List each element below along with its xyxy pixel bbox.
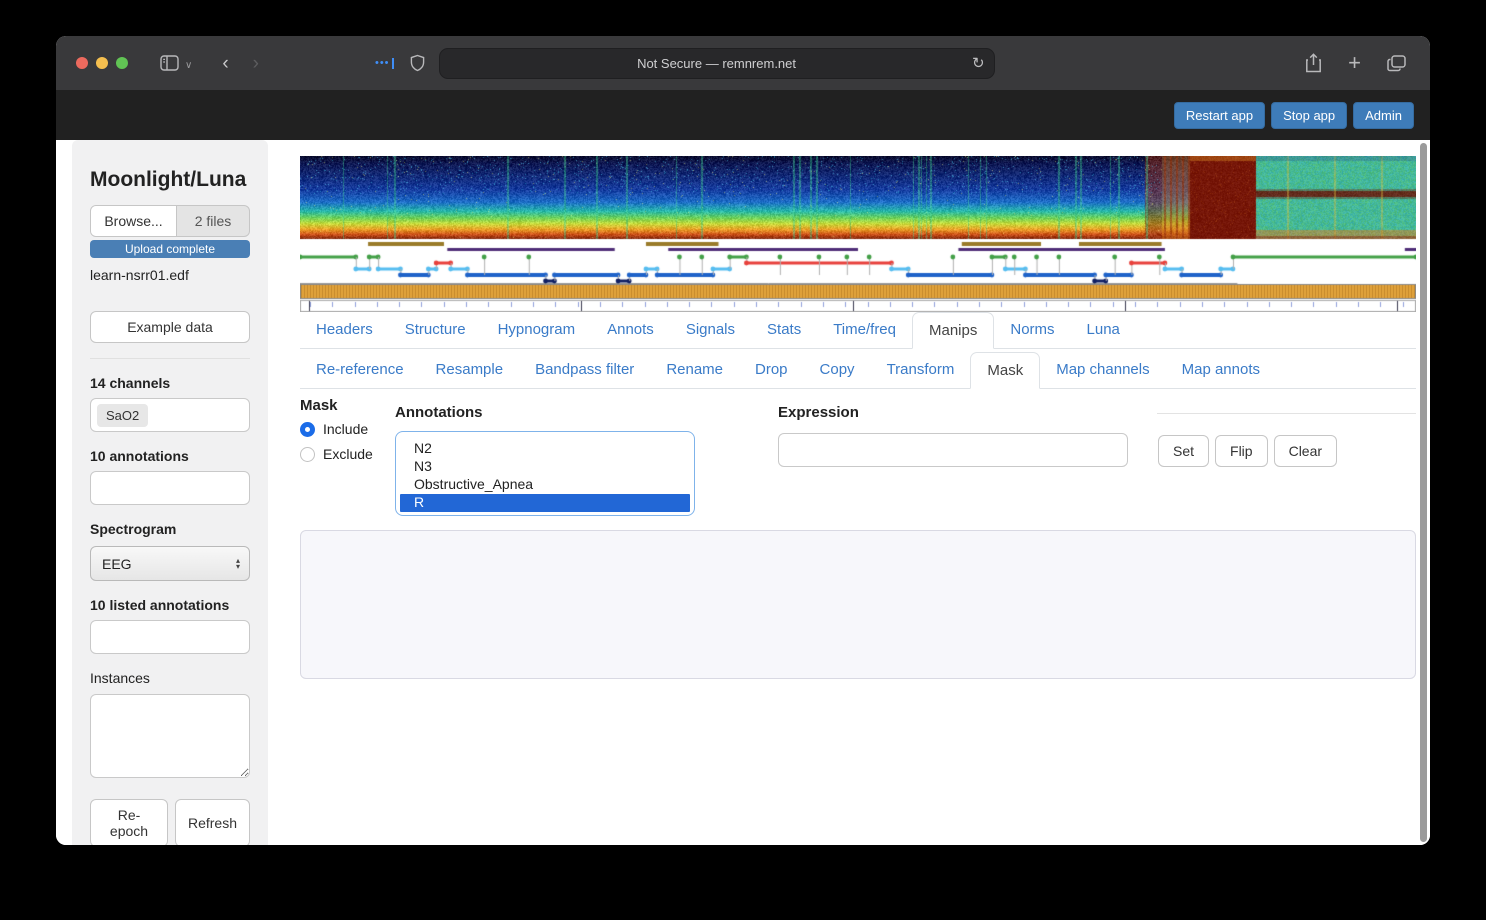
close-window-button[interactable]: [76, 57, 88, 69]
listed-annotations-input[interactable]: [90, 620, 250, 654]
page-content: Moonlight/Luna Browse... 2 files Upload …: [56, 140, 1430, 845]
share-icon[interactable]: [1305, 53, 1322, 73]
clear-button[interactable]: Clear: [1273, 435, 1338, 467]
listbox-option[interactable]: N2: [400, 440, 690, 458]
manips-subtabs: Re-reference Resample Bandpass filter Re…: [300, 352, 1416, 389]
minimize-window-button[interactable]: [96, 57, 108, 69]
desktop-background: ∨ ‹ › ••• Not Secure — remnrem.net ↻ + R…: [0, 0, 1486, 920]
include-radio-row[interactable]: Include: [300, 421, 368, 437]
reload-icon[interactable]: ↻: [972, 54, 985, 72]
spectrogram-label: Spectrogram: [90, 521, 177, 537]
chevron-down-icon[interactable]: ∨: [185, 60, 192, 71]
upload-progress-bar: Upload complete: [90, 240, 250, 258]
flip-button[interactable]: Flip: [1215, 435, 1268, 467]
subtab-re-reference[interactable]: Re-reference: [300, 352, 420, 388]
browser-chrome: ∨ ‹ › ••• Not Secure — remnrem.net ↻ +: [56, 36, 1430, 90]
listed-annotations-label: 10 listed annotations: [90, 597, 230, 613]
tab-headers[interactable]: Headers: [300, 312, 389, 348]
zoom-window-button[interactable]: [116, 57, 128, 69]
browse-button[interactable]: Browse...: [91, 206, 177, 236]
tab-structure[interactable]: Structure: [389, 312, 482, 348]
tab-stats[interactable]: Stats: [751, 312, 817, 348]
tab-manips[interactable]: Manips: [912, 312, 995, 349]
annotations-list-label: Annotations: [395, 404, 483, 421]
refresh-button[interactable]: Refresh: [174, 799, 250, 845]
channel-chip[interactable]: SaO2: [97, 403, 149, 427]
expression-input-field[interactable]: [779, 434, 1127, 466]
mask-section-label: Mask: [300, 397, 338, 414]
restart-app-button[interactable]: Restart app: [1173, 101, 1266, 129]
include-radio[interactable]: [300, 421, 315, 437]
subtab-bandpass-filter[interactable]: Bandpass filter: [519, 352, 650, 388]
channels-select-input[interactable]: SaO2: [90, 398, 250, 432]
include-radio-label: Include: [323, 421, 369, 437]
tab-overview-icon[interactable]: [1387, 54, 1406, 72]
main-content: Headers Structure Hypnogram Annots Signa…: [300, 140, 1416, 845]
app-navbar: Restart app Stop app Admin: [56, 90, 1430, 140]
re-epoch-button[interactable]: Re-epoch: [90, 799, 168, 845]
listbox-option[interactable]: Obstructive_Apnea: [400, 476, 690, 494]
instances-label: Instances: [90, 670, 150, 686]
new-tab-button[interactable]: +: [1348, 50, 1361, 76]
tab-timefreq[interactable]: Time/freq: [817, 312, 912, 348]
admin-button[interactable]: Admin: [1353, 101, 1414, 129]
shield-icon[interactable]: [410, 54, 425, 72]
annotations-listbox[interactable]: N2 N3 Obstructive_Apnea R: [395, 431, 695, 516]
vertical-scrollbar[interactable]: [1420, 143, 1427, 842]
tab-group-icon[interactable]: •••: [375, 57, 394, 69]
app-title: Moonlight/Luna: [90, 168, 247, 191]
set-button[interactable]: Set: [1158, 435, 1210, 467]
subtab-map-channels[interactable]: Map channels: [1040, 352, 1165, 388]
address-bar-text: Not Secure — remnrem.net: [637, 55, 797, 71]
address-bar[interactable]: Not Secure — remnrem.net ↻: [438, 47, 995, 79]
tab-luna[interactable]: Luna: [1071, 312, 1136, 348]
spectrogram-select-value: EEG: [102, 555, 132, 572]
traffic-lights: [76, 57, 128, 69]
exclude-radio-row[interactable]: Exclude: [300, 446, 373, 462]
instances-textarea[interactable]: [90, 694, 250, 778]
loaded-file-name: learn-nsrr01.edf: [90, 267, 189, 283]
stop-app-button[interactable]: Stop app: [1271, 101, 1348, 129]
sidebar-divider: [90, 358, 250, 359]
subtab-resample[interactable]: Resample: [420, 352, 520, 388]
channels-label: 14 channels: [90, 375, 171, 391]
expression-label: Expression: [778, 404, 859, 421]
files-count-label: 2 files: [194, 213, 232, 229]
exclude-radio[interactable]: [300, 446, 315, 462]
expression-input[interactable]: [778, 433, 1128, 467]
annotations-select-input[interactable]: [90, 471, 250, 505]
tab-annots[interactable]: Annots: [591, 312, 670, 348]
annotations-label: 10 annotations: [90, 448, 189, 464]
subtab-rename[interactable]: Rename: [650, 352, 739, 388]
sidebar: Moonlight/Luna Browse... 2 files Upload …: [72, 140, 268, 845]
actions-divider: [1157, 413, 1416, 414]
subtab-copy[interactable]: Copy: [804, 352, 871, 388]
back-button[interactable]: ‹: [222, 54, 228, 73]
browser-window: ∨ ‹ › ••• Not Secure — remnrem.net ↻ + R…: [56, 36, 1430, 845]
subtab-map-annots[interactable]: Map annots: [1166, 352, 1276, 388]
main-tabs: Headers Structure Hypnogram Annots Signa…: [300, 312, 1416, 349]
subtab-drop[interactable]: Drop: [739, 352, 804, 388]
subtab-transform[interactable]: Transform: [871, 352, 971, 388]
sleep-overview-canvas[interactable]: [300, 156, 1416, 312]
results-panel: [300, 530, 1416, 679]
example-data-button[interactable]: Example data: [90, 311, 250, 343]
listbox-option[interactable]: N3: [400, 458, 690, 476]
select-stepper-icon: ▴ ▾: [235, 555, 240, 571]
file-upload-control: Browse... 2 files: [90, 205, 250, 237]
tab-norms[interactable]: Norms: [994, 312, 1070, 348]
sidebar-toggle-icon[interactable]: [160, 55, 179, 71]
subtab-mask[interactable]: Mask: [970, 352, 1041, 389]
tab-signals[interactable]: Signals: [670, 312, 751, 348]
tab-hypnogram[interactable]: Hypnogram: [482, 312, 592, 348]
spectrogram-select[interactable]: EEG ▴ ▾: [90, 546, 250, 581]
exclude-radio-label: Exclude: [323, 446, 373, 462]
listbox-option-selected[interactable]: R: [400, 494, 690, 512]
forward-button[interactable]: ›: [253, 54, 259, 73]
